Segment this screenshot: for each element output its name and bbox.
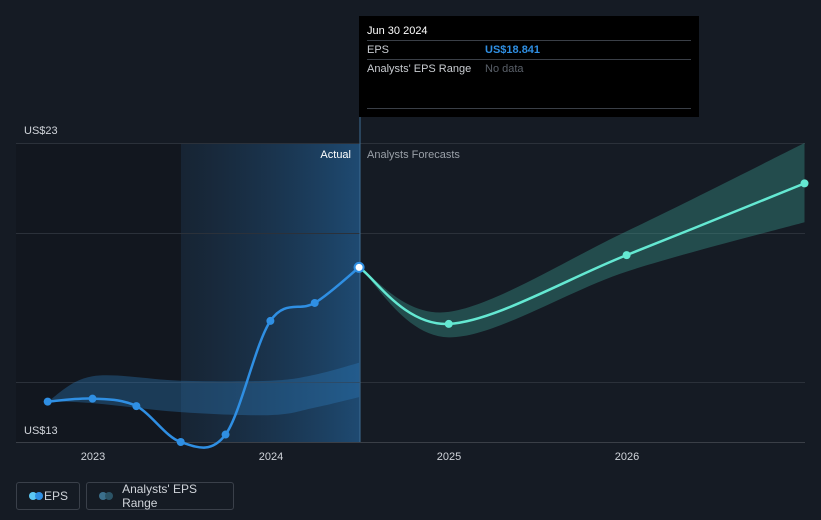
y-axis-top-label: US$23 [24,125,58,137]
tooltip-divider [367,108,691,109]
tooltip: Jun 30 2024 EPS US$18.841 Analysts' EPS … [359,16,699,117]
legend-label: EPS [43,489,68,503]
eps-point [132,402,141,411]
eps-point [310,298,319,307]
tooltip-row-range: Analysts' EPS Range No data [367,60,691,78]
range-legend-icon [99,492,113,500]
forecast-point [800,179,809,188]
eps-point [88,394,97,403]
eps-highlight-point [353,261,365,273]
actual-label: Actual [320,149,351,161]
x-tick-label: 2026 [615,451,639,463]
legend-item-eps[interactable]: EPS [16,482,80,510]
tooltip-row-eps: EPS US$18.841 [367,41,691,60]
y-axis-bottom-label: US$13 [24,425,58,437]
tooltip-key: Analysts' EPS Range [367,63,472,75]
forecast-point [622,251,631,260]
eps-point [43,397,52,406]
eps-point [176,438,185,446]
eps-point [266,316,275,325]
eps-point [221,430,230,439]
legend-label: Analysts' EPS Range [122,482,198,510]
eps-legend-icon [29,492,43,500]
x-tick-label: 2023 [81,451,105,463]
tooltip-key: EPS [367,44,390,56]
forecast-label: Analysts Forecasts [367,149,460,161]
tooltip-value: US$18.841 [485,44,541,56]
x-tick-label: 2024 [259,451,283,463]
legend-item-eps-range[interactable]: Analysts' EPS Range [86,482,234,510]
forecast-eps-range-band [359,143,805,338]
forecast-point [444,319,453,328]
legend-dot [35,492,43,500]
x-tick-label: 2025 [437,451,461,463]
legend-dot [105,492,113,500]
tooltip-value: No data [485,63,524,75]
tooltip-date: Jun 30 2024 [367,16,691,41]
